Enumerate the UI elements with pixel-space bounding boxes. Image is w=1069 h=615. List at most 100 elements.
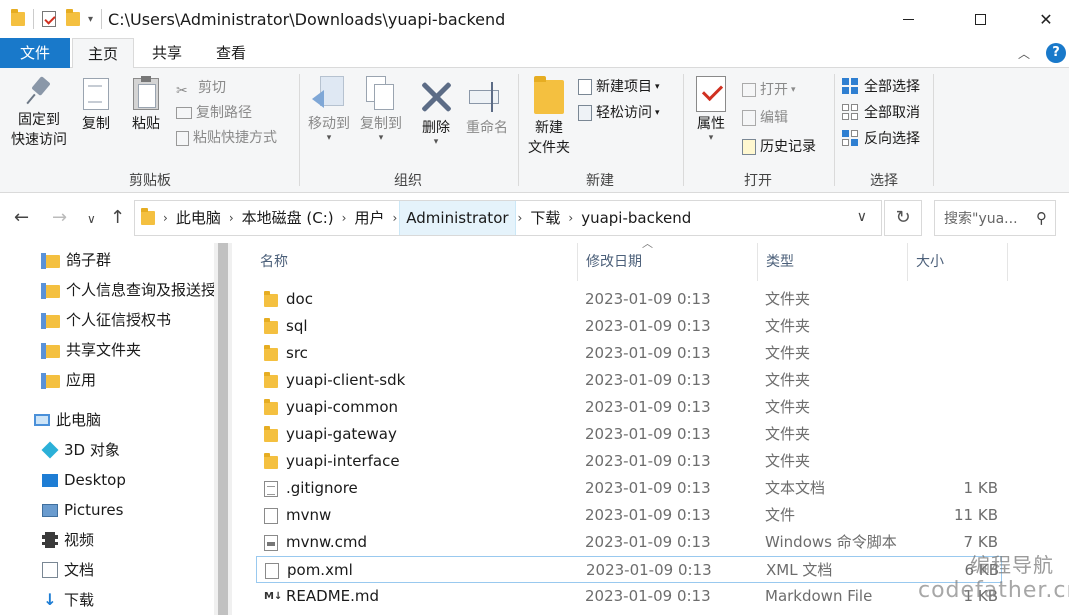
nav-item-videos[interactable]: 视频 [42, 525, 94, 555]
refresh-button[interactable]: ↻ [884, 200, 922, 236]
breadcrumb-separator-icon[interactable]: › [566, 211, 575, 225]
help-icon[interactable]: ? [1046, 43, 1066, 63]
address-bar[interactable]: › 此电脑 › 本地磁盘 (C:) › 用户 › Administrator ›… [134, 200, 882, 236]
breadcrumb-separator-icon[interactable]: › [516, 211, 525, 225]
properties-button[interactable]: 属性 ▾ [688, 76, 734, 143]
nav-item-label: 应用 [66, 371, 97, 389]
forward-arrow-icon[interactable]: → [52, 207, 67, 228]
open-button[interactable]: 打开 ▾ [742, 78, 796, 102]
downloads-arrow-icon: ↓ [43, 590, 57, 609]
desktop-icon [42, 473, 58, 487]
edit-button[interactable]: 编辑 [742, 106, 788, 130]
file-row[interactable]: sql 2023-01-09 0:13 文件夹 [256, 313, 1002, 340]
breadcrumb-current-folder[interactable]: yuapi-backend [575, 201, 697, 235]
file-type: 文件夹 [765, 290, 811, 308]
history-icon [742, 139, 756, 155]
edit-label: 编辑 [760, 110, 788, 126]
file-row[interactable]: yuapi-common 2023-01-09 0:13 文件夹 [256, 394, 1002, 421]
file-modified-date: 2023-01-09 0:13 [585, 344, 711, 362]
breadcrumb-separator-icon[interactable]: › [340, 211, 349, 225]
file-row[interactable]: .gitignore 2023-01-09 0:13 文本文档 1 KB [256, 475, 1002, 502]
copy-icon [83, 78, 109, 110]
copy-path-button[interactable]: 复制路径 [176, 101, 252, 125]
rename-button[interactable]: 重命名 [462, 80, 512, 138]
new-folder-quick-icon[interactable] [66, 9, 80, 26]
file-size: 11 KB [954, 506, 998, 524]
column-header-type[interactable]: 类型 [758, 243, 908, 281]
up-arrow-icon[interactable]: ↑ [110, 207, 125, 228]
select-none-button[interactable]: 全部取消 [842, 101, 920, 125]
move-to-label: 移动到 [308, 116, 350, 132]
breadcrumb-administrator[interactable]: Administrator [399, 201, 516, 235]
file-row[interactable]: doc 2023-01-09 0:13 文件夹 [256, 286, 1002, 313]
file-row[interactable]: mvnw 2023-01-09 0:13 文件 11 KB [256, 502, 1002, 529]
column-header-size[interactable]: 大小 [908, 243, 1008, 281]
nav-item-credit-authorization[interactable]: 个人征信授权书 [41, 305, 172, 335]
file-row[interactable]: mvnw.cmd 2023-01-09 0:13 Windows 命令脚本 7 KB [256, 529, 1002, 556]
new-item-button[interactable]: 新建项目 ▾ [578, 75, 660, 99]
tab-file[interactable]: 文件 [0, 38, 70, 68]
properties-quick-icon[interactable] [42, 11, 56, 27]
nav-item-personal-info[interactable]: 个人信息查询及报送授 [41, 275, 216, 305]
breadcrumb-separator-icon[interactable]: › [227, 211, 236, 225]
breadcrumb-downloads[interactable]: 下载 [524, 201, 566, 235]
paste-shortcut-icon [176, 130, 189, 146]
nav-item-this-pc[interactable]: 此电脑 [34, 405, 101, 435]
breadcrumb-local-disk[interactable]: 本地磁盘 (C:) [236, 201, 340, 235]
delete-button[interactable]: 删除 ▾ [416, 80, 456, 147]
nav-item-desktop[interactable]: Desktop [42, 465, 126, 495]
file-row[interactable]: yuapi-gateway 2023-01-09 0:13 文件夹 [256, 421, 1002, 448]
nav-item-shared-folder[interactable]: 共享文件夹 [41, 335, 141, 365]
file-name: doc [286, 290, 313, 308]
scrollbar-thumb[interactable] [218, 243, 228, 615]
easy-access-button[interactable]: 轻松访问 ▾ [578, 101, 660, 125]
tab-view[interactable]: 查看 [202, 38, 260, 68]
breadcrumb-separator-icon[interactable]: › [390, 211, 399, 225]
cut-button[interactable]: ✂ 剪切 [176, 76, 226, 100]
file-row[interactable]: yuapi-client-sdk 2023-01-09 0:13 文件夹 [256, 367, 1002, 394]
copy-button[interactable]: 复制 [76, 78, 116, 134]
nav-item-documents[interactable]: 文档 [42, 555, 94, 585]
copy-to-button[interactable]: 复制到 ▾ [356, 76, 406, 143]
nav-item-downloads[interactable]: ↓ 下载 [42, 585, 94, 615]
breadcrumb-separator-icon[interactable]: › [161, 211, 170, 225]
minimize-button[interactable] [885, 0, 931, 38]
quick-access-dropdown-icon[interactable]: ▾ [88, 14, 93, 25]
move-to-button[interactable]: 移动到 ▾ [304, 76, 354, 143]
file-row[interactable]: yuapi-interface 2023-01-09 0:13 文件夹 [256, 448, 1002, 475]
history-button[interactable]: 历史记录 [742, 135, 816, 159]
maximize-button[interactable] [957, 0, 1003, 38]
file-row[interactable]: M↓ README.md 2023-01-09 0:13 Markdown File 1… [256, 583, 1002, 610]
ribbon-collapse-icon[interactable]: ︿ [1018, 45, 1030, 62]
nav-item-3d-objects[interactable]: 3D 对象 [41, 435, 120, 465]
new-folder-button[interactable]: 新建 文件夹 [522, 76, 576, 158]
file-type: 文件夹 [765, 452, 811, 470]
nav-item-apps[interactable]: 应用 [41, 365, 97, 395]
back-arrow-icon[interactable]: ← [14, 207, 29, 228]
paste-shortcut-button[interactable]: 粘贴快捷方式 [176, 126, 277, 150]
folder-icon [11, 9, 25, 26]
breadcrumb-this-pc[interactable]: 此电脑 [170, 201, 227, 235]
close-button[interactable]: ✕ [1023, 0, 1069, 38]
search-placeholder: 搜索"yua... [944, 211, 1018, 227]
nav-item-pictures[interactable]: Pictures [42, 495, 123, 525]
select-all-button[interactable]: 全部选择 [842, 75, 920, 99]
column-header-date[interactable]: 修改日期 [578, 243, 758, 281]
paste-button[interactable]: 粘贴 [126, 76, 166, 134]
tab-home[interactable]: 主页 [72, 38, 134, 69]
nav-item-label: 个人征信授权书 [66, 311, 172, 329]
file-row[interactable]: pom.xml 2023-01-09 0:13 XML 文档 6 KB [256, 556, 1002, 583]
nav-item-pigeon-group[interactable]: 鸽子群 [41, 245, 111, 275]
address-dropdown-chevron-icon[interactable]: ∨ [857, 209, 867, 225]
column-header-name[interactable]: 名称 [252, 243, 578, 281]
search-input[interactable]: 搜索"yua... ⚲ [934, 200, 1056, 236]
navigation-scrollbar[interactable] [214, 243, 232, 615]
invert-selection-button[interactable]: 反向选择 [842, 127, 920, 151]
file-row[interactable]: src 2023-01-09 0:13 文件夹 [256, 340, 1002, 367]
tab-share[interactable]: 共享 [138, 38, 196, 68]
breadcrumb-users[interactable]: 用户 [348, 201, 390, 235]
recent-locations-chevron-icon[interactable]: ∨ [87, 212, 96, 226]
scissors-icon: ✂ [176, 83, 188, 99]
file-name: mvnw.cmd [286, 533, 368, 551]
pin-to-quick-access-button[interactable]: 固定到 快速访问 [6, 78, 72, 150]
